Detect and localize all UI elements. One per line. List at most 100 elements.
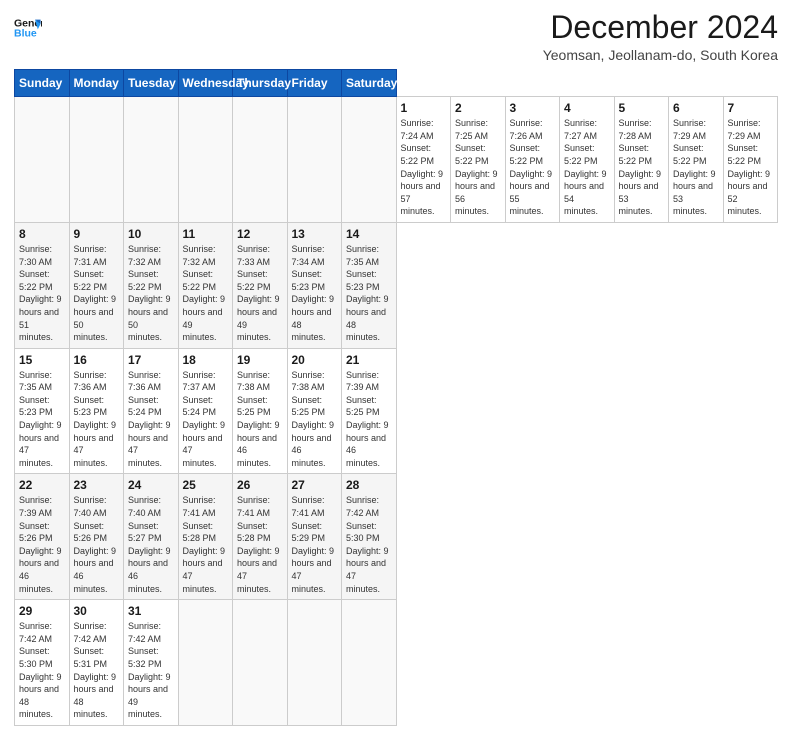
day-number: 1 [401, 101, 447, 115]
day-detail: Sunrise: 7:39 AMSunset: 5:26 PMDaylight:… [19, 495, 62, 593]
calendar-header-cell: Friday [287, 70, 342, 97]
day-detail: Sunrise: 7:41 AMSunset: 5:29 PMDaylight:… [292, 495, 335, 593]
day-number: 15 [19, 353, 65, 367]
day-detail: Sunrise: 7:40 AMSunset: 5:27 PMDaylight:… [128, 495, 171, 593]
day-detail: Sunrise: 7:32 AMSunset: 5:22 PMDaylight:… [128, 244, 171, 342]
calendar-header-cell: Sunday [15, 70, 70, 97]
day-detail: Sunrise: 7:41 AMSunset: 5:28 PMDaylight:… [183, 495, 226, 593]
calendar-week-row: 22 Sunrise: 7:39 AMSunset: 5:26 PMDaylig… [15, 474, 778, 600]
day-number: 30 [74, 604, 120, 618]
day-detail: Sunrise: 7:25 AMSunset: 5:22 PMDaylight:… [455, 118, 498, 216]
calendar-day-cell: 5 Sunrise: 7:28 AMSunset: 5:22 PMDayligh… [614, 97, 669, 223]
calendar-week-row: 15 Sunrise: 7:35 AMSunset: 5:23 PMDaylig… [15, 348, 778, 474]
day-detail: Sunrise: 7:24 AMSunset: 5:22 PMDaylight:… [401, 118, 444, 216]
calendar-day-cell: 2 Sunrise: 7:25 AMSunset: 5:22 PMDayligh… [451, 97, 506, 223]
day-detail: Sunrise: 7:33 AMSunset: 5:22 PMDaylight:… [237, 244, 280, 342]
calendar-day-cell: 17 Sunrise: 7:36 AMSunset: 5:24 PMDaylig… [124, 348, 179, 474]
day-number: 10 [128, 227, 174, 241]
day-detail: Sunrise: 7:40 AMSunset: 5:26 PMDaylight:… [74, 495, 117, 593]
calendar-day-cell [342, 97, 397, 223]
day-detail: Sunrise: 7:35 AMSunset: 5:23 PMDaylight:… [346, 244, 389, 342]
day-detail: Sunrise: 7:29 AMSunset: 5:22 PMDaylight:… [673, 118, 716, 216]
calendar-day-cell: 8 Sunrise: 7:30 AMSunset: 5:22 PMDayligh… [15, 222, 70, 348]
calendar-day-cell: 22 Sunrise: 7:39 AMSunset: 5:26 PMDaylig… [15, 474, 70, 600]
day-number: 13 [292, 227, 338, 241]
logo: General Blue [14, 14, 42, 42]
day-number: 3 [510, 101, 556, 115]
day-detail: Sunrise: 7:41 AMSunset: 5:28 PMDaylight:… [237, 495, 280, 593]
day-detail: Sunrise: 7:42 AMSunset: 5:31 PMDaylight:… [74, 621, 117, 719]
day-number: 29 [19, 604, 65, 618]
day-number: 27 [292, 478, 338, 492]
logo-icon: General Blue [14, 14, 42, 42]
day-number: 9 [74, 227, 120, 241]
day-number: 14 [346, 227, 392, 241]
calendar-day-cell: 24 Sunrise: 7:40 AMSunset: 5:27 PMDaylig… [124, 474, 179, 600]
calendar-day-cell [69, 97, 124, 223]
day-number: 25 [183, 478, 229, 492]
day-number: 17 [128, 353, 174, 367]
day-detail: Sunrise: 7:30 AMSunset: 5:22 PMDaylight:… [19, 244, 62, 342]
calendar-day-cell [178, 97, 233, 223]
day-detail: Sunrise: 7:42 AMSunset: 5:30 PMDaylight:… [346, 495, 389, 593]
day-detail: Sunrise: 7:26 AMSunset: 5:22 PMDaylight:… [510, 118, 553, 216]
day-detail: Sunrise: 7:31 AMSunset: 5:22 PMDaylight:… [74, 244, 117, 342]
calendar-day-cell [178, 600, 233, 726]
calendar-day-cell: 6 Sunrise: 7:29 AMSunset: 5:22 PMDayligh… [669, 97, 724, 223]
calendar-day-cell: 30 Sunrise: 7:42 AMSunset: 5:31 PMDaylig… [69, 600, 124, 726]
calendar-day-cell: 20 Sunrise: 7:38 AMSunset: 5:25 PMDaylig… [287, 348, 342, 474]
day-number: 2 [455, 101, 501, 115]
calendar-week-row: 1 Sunrise: 7:24 AMSunset: 5:22 PMDayligh… [15, 97, 778, 223]
calendar-day-cell: 15 Sunrise: 7:35 AMSunset: 5:23 PMDaylig… [15, 348, 70, 474]
calendar-header-row: SundayMondayTuesdayWednesdayThursdayFrid… [15, 70, 778, 97]
day-number: 4 [564, 101, 610, 115]
day-number: 23 [74, 478, 120, 492]
calendar-day-cell: 9 Sunrise: 7:31 AMSunset: 5:22 PMDayligh… [69, 222, 124, 348]
day-number: 11 [183, 227, 229, 241]
calendar-day-cell: 11 Sunrise: 7:32 AMSunset: 5:22 PMDaylig… [178, 222, 233, 348]
day-number: 26 [237, 478, 283, 492]
day-detail: Sunrise: 7:36 AMSunset: 5:23 PMDaylight:… [74, 370, 117, 468]
day-number: 8 [19, 227, 65, 241]
day-detail: Sunrise: 7:32 AMSunset: 5:22 PMDaylight:… [183, 244, 226, 342]
calendar-day-cell: 13 Sunrise: 7:34 AMSunset: 5:23 PMDaylig… [287, 222, 342, 348]
calendar-day-cell: 18 Sunrise: 7:37 AMSunset: 5:24 PMDaylig… [178, 348, 233, 474]
calendar-day-cell: 3 Sunrise: 7:26 AMSunset: 5:22 PMDayligh… [505, 97, 560, 223]
day-number: 31 [128, 604, 174, 618]
day-detail: Sunrise: 7:34 AMSunset: 5:23 PMDaylight:… [292, 244, 335, 342]
calendar-day-cell [287, 600, 342, 726]
calendar-day-cell: 27 Sunrise: 7:41 AMSunset: 5:29 PMDaylig… [287, 474, 342, 600]
calendar-header-cell: Monday [69, 70, 124, 97]
day-number: 7 [728, 101, 774, 115]
day-detail: Sunrise: 7:38 AMSunset: 5:25 PMDaylight:… [292, 370, 335, 468]
day-detail: Sunrise: 7:38 AMSunset: 5:25 PMDaylight:… [237, 370, 280, 468]
calendar-header-cell: Wednesday [178, 70, 233, 97]
calendar-day-cell: 16 Sunrise: 7:36 AMSunset: 5:23 PMDaylig… [69, 348, 124, 474]
main-container: General Blue December 2024 Yeomsan, Jeol… [0, 0, 792, 734]
day-number: 16 [74, 353, 120, 367]
calendar-header-cell: Saturday [342, 70, 397, 97]
day-detail: Sunrise: 7:39 AMSunset: 5:25 PMDaylight:… [346, 370, 389, 468]
day-number: 6 [673, 101, 719, 115]
calendar-day-cell: 14 Sunrise: 7:35 AMSunset: 5:23 PMDaylig… [342, 222, 397, 348]
calendar-day-cell [287, 97, 342, 223]
day-detail: Sunrise: 7:28 AMSunset: 5:22 PMDaylight:… [619, 118, 662, 216]
day-number: 12 [237, 227, 283, 241]
day-number: 22 [19, 478, 65, 492]
calendar-day-cell [233, 97, 288, 223]
day-detail: Sunrise: 7:27 AMSunset: 5:22 PMDaylight:… [564, 118, 607, 216]
calendar-day-cell [124, 97, 179, 223]
day-detail: Sunrise: 7:42 AMSunset: 5:30 PMDaylight:… [19, 621, 62, 719]
calendar-day-cell: 25 Sunrise: 7:41 AMSunset: 5:28 PMDaylig… [178, 474, 233, 600]
day-number: 28 [346, 478, 392, 492]
day-number: 5 [619, 101, 665, 115]
calendar-day-cell [233, 600, 288, 726]
svg-text:Blue: Blue [14, 27, 37, 39]
calendar-table: SundayMondayTuesdayWednesdayThursdayFrid… [14, 69, 778, 726]
day-number: 20 [292, 353, 338, 367]
calendar-day-cell [342, 600, 397, 726]
calendar-day-cell: 23 Sunrise: 7:40 AMSunset: 5:26 PMDaylig… [69, 474, 124, 600]
calendar-week-row: 29 Sunrise: 7:42 AMSunset: 5:30 PMDaylig… [15, 600, 778, 726]
calendar-day-cell: 7 Sunrise: 7:29 AMSunset: 5:22 PMDayligh… [723, 97, 778, 223]
day-number: 21 [346, 353, 392, 367]
